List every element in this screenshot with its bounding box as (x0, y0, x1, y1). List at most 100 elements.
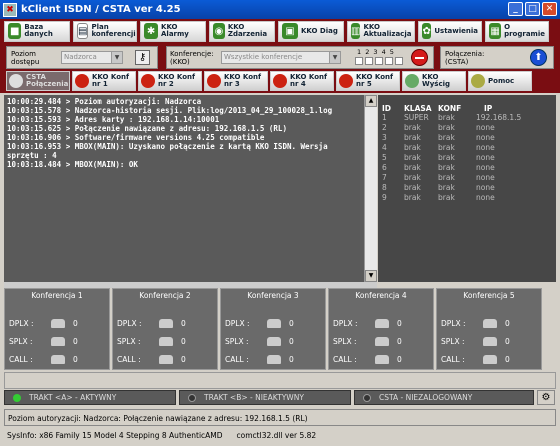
table-row[interactable]: 2 brak brak none (382, 123, 548, 133)
connections-panel: Połączenia: (CSTA) ⬆ (440, 46, 554, 69)
access-level-label: Poziom dostępu (11, 50, 40, 66)
event-log[interactable]: 10:00:29.484 > Poziom autoryzacji: Nadzo… (4, 95, 364, 282)
cell-klasa: brak (404, 123, 421, 132)
sysinfo-bar: SysInfo: x86 Family 15 Model 4 Stepping … (4, 428, 556, 444)
title-bar: ✖ kClient ISDN / CSTA ver 4.25 _ □ ✕ (0, 0, 560, 19)
scroll-up-icon[interactable]: ▲ (365, 95, 377, 107)
table-row[interactable]: 5 brak brak none (382, 153, 548, 163)
table-row[interactable]: 9 brak brak none (382, 193, 548, 203)
call-label: CALL : (225, 354, 249, 364)
events-icon: ◉ (213, 23, 225, 39)
conference-checkbox-2[interactable] (365, 57, 373, 65)
maximize-button[interactable]: □ (525, 2, 540, 16)
conference-checkbox-4[interactable] (385, 57, 393, 65)
splx-label: SPLX : (333, 336, 357, 346)
connections-label: Połączenia: (CSTA) (445, 50, 485, 66)
access-level-panel: Poziom dostępu Nadzorca ▼ ⚷ (6, 46, 158, 69)
dplx-value: 0 (181, 318, 186, 328)
cell-id: 9 (382, 193, 387, 202)
log-line: 10:03:16.906 > Software/firmware version… (7, 133, 265, 142)
dplx-label: DPLX : (441, 318, 466, 328)
phone-icon (51, 318, 65, 328)
log-line: 10:03:15.625 > Połączenie nawiązane z ad… (7, 124, 287, 133)
conference-panel: Konferencje: (KKO) Wszystkie konferencje… (166, 46, 434, 69)
log-vertical-scrollbar[interactable]: ▲ ▼ (364, 95, 377, 282)
log-line: 10:03:18.484 > MBOX(MAIN): OK (7, 160, 138, 169)
stop-icon (415, 57, 424, 59)
table-row[interactable]: 6 brak brak none (382, 163, 548, 173)
conference-panel-4: Konferencja 4 DPLX : 0 SPLX : 0 CALL : 0 (328, 288, 434, 370)
column-header-ip: IP (484, 103, 493, 113)
cell-konf: brak (438, 123, 455, 132)
phone-icon (159, 318, 173, 328)
ustawienia-button[interactable]: ✿ Ustawienia (418, 20, 482, 42)
conference-select[interactable]: Wszystkie konferencje ▼ (221, 51, 341, 64)
splx-value: 0 (181, 336, 186, 346)
cell-id: 5 (382, 153, 387, 162)
table-row[interactable]: 8 brak brak none (382, 183, 548, 193)
plan-konferencji-button[interactable]: ▤ Plan konferencji (73, 20, 137, 42)
o-programie-button[interactable]: ▦ O programie (485, 20, 549, 42)
tab-wyscig[interactable]: KKO Wyścig (402, 71, 466, 91)
login-key-button[interactable]: ⚷ (135, 50, 150, 65)
kko-zdarzenia-button[interactable]: ◉ KKO Zdarzenia (209, 20, 275, 42)
phone-icon (273, 74, 287, 88)
phone-icon (375, 336, 389, 346)
close-button[interactable]: ✕ (542, 2, 557, 16)
tab-konf-5[interactable]: KKO Konf nr 5 (336, 71, 400, 91)
access-level-select[interactable]: Nadzorca ▼ (61, 51, 123, 64)
dplx-value: 0 (289, 318, 294, 328)
phone-icon (51, 336, 65, 346)
cell-konf: brak (438, 133, 455, 142)
csta-status: CSTA - NIEZALOGOWANY (354, 390, 534, 405)
baza-danych-button[interactable]: ■ Baza danych (4, 20, 70, 42)
conference-panels: Konferencja 1 DPLX : 0 SPLX : 0 CALL : 0 Ko… (4, 288, 556, 370)
gear-icon[interactable]: ⚙ (537, 390, 555, 405)
cell-ip: none (476, 173, 495, 182)
tab-bar: CSTA Połączenia KKO Konf nr 1 KKO Konf n… (0, 71, 560, 93)
log-line: 10:03:16.953 > MBOX(MAIN): Uzyskano połą… (7, 142, 328, 160)
conference-panel-3: Konferencja 3 DPLX : 0 SPLX : 0 CALL : 0 (220, 288, 326, 370)
tab-konf-1[interactable]: KKO Konf nr 1 (72, 71, 136, 91)
conference-checkbox-3[interactable] (375, 57, 383, 65)
table-row[interactable]: 1 SUPER brak 192.168.1.5 (382, 113, 548, 123)
table-row[interactable]: 7 brak brak none (382, 173, 548, 183)
command-bar (4, 372, 556, 389)
conference-panel-1: Konferencja 1 DPLX : 0 SPLX : 0 CALL : 0 (4, 288, 110, 370)
cell-ip: none (476, 153, 495, 162)
kko-diag-button[interactable]: ▣ KKO Diag (278, 20, 344, 42)
tab-pomoc[interactable]: Pomoc (468, 71, 532, 91)
tab-konf-2[interactable]: KKO Konf nr 2 (138, 71, 202, 91)
phone-icon (207, 74, 221, 88)
arrow-up-icon[interactable]: ⬆ (530, 49, 547, 66)
info-icon: ▦ (489, 23, 502, 39)
call-label: CALL : (441, 354, 465, 364)
table-row[interactable]: 3 brak brak none (382, 133, 548, 143)
control-row: Poziom dostępu Nadzorca ▼ ⚷ Konferencje:… (0, 43, 560, 71)
tab-konf-4[interactable]: KKO Konf nr 4 (270, 71, 334, 91)
cell-ip: none (476, 133, 495, 142)
conference-checkbox-5[interactable] (395, 57, 403, 65)
tab-csta-polaczenia[interactable]: CSTA Połączenia (6, 71, 70, 91)
splx-value: 0 (397, 336, 402, 346)
table-row[interactable]: 4 brak brak none (382, 143, 548, 153)
phone-icon (159, 354, 173, 364)
minimize-button[interactable]: _ (508, 2, 523, 16)
conference-checkbox-1[interactable] (355, 57, 363, 65)
kko-aktualizacja-button[interactable]: ▥ KKO Aktualizacja (347, 20, 415, 42)
stop-button[interactable] (411, 49, 428, 66)
user-id-table: ID KLASA KONF IP 1 SUPER brak 192.168.1.5 2… (378, 95, 556, 282)
conference-label: Konferencje: (KKO) (170, 50, 214, 66)
tab-konf-3[interactable]: KKO Konf nr 3 (204, 71, 268, 91)
splx-label: SPLX : (117, 336, 141, 346)
scroll-down-icon[interactable]: ▼ (365, 270, 377, 282)
cell-klasa: brak (404, 173, 421, 182)
kko-alarmy-button[interactable]: ✱ KKO Alarmy (140, 20, 206, 42)
status-message-bar: Poziom autoryzacji: Nadzorca: Połączenie… (4, 409, 556, 426)
conference-numbers: 1 2 3 4 5 (357, 48, 395, 56)
status-led-icon (13, 393, 21, 402)
phone-icon (51, 354, 65, 364)
conference-title: Konferencja 2 (139, 291, 191, 300)
call-label: CALL : (9, 354, 33, 364)
settings-icon: ✿ (422, 23, 432, 39)
